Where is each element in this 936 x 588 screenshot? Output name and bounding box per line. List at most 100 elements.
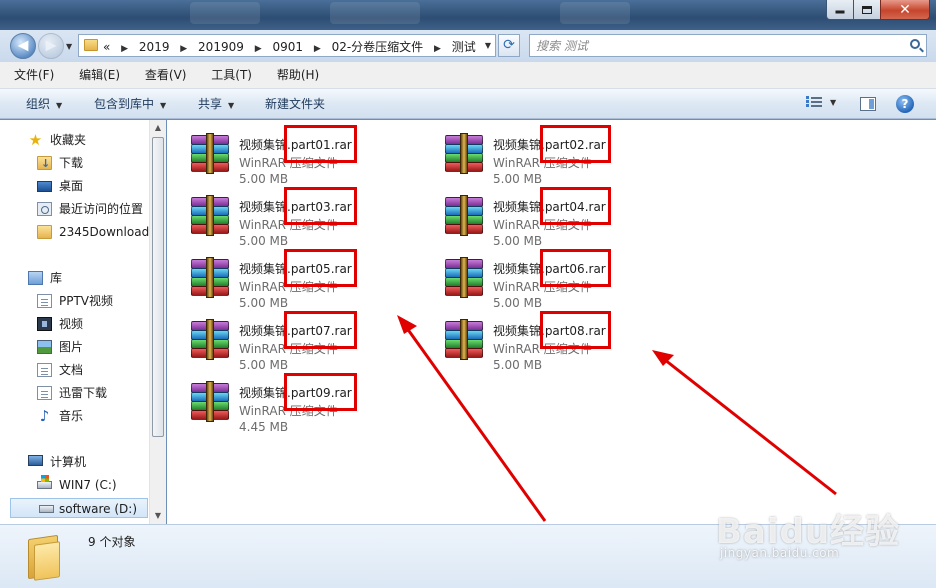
nav-item-pictures[interactable]: 图片 [37,337,147,357]
nav-item-videos[interactable]: 视频 [37,314,147,334]
folder-icon [37,225,52,239]
nav-item-music[interactable]: ♪ 音乐 [37,406,147,426]
nav-scrollbar[interactable]: ▲ ▼ [149,120,166,524]
annotation-highlight-box [284,373,357,411]
file-item[interactable]: 视频集锦.part08.rar WinRAR 压缩文件 5.00 MB [421,311,671,372]
forward-button[interactable]: ▶ [38,33,64,59]
nav-item-recent-places[interactable]: 最近访问的位置 [37,199,149,219]
file-item[interactable]: 视频集锦.part02.rar WinRAR 压缩文件 5.00 MB [421,125,671,186]
menu-view[interactable]: 查看(V) [141,62,191,89]
file-size: 5.00 MB [239,358,289,372]
breadcrumb-item[interactable]: 2019 [139,40,170,54]
nav-label: 计算机 [50,455,87,469]
xunlei-library-icon [37,386,52,400]
nav-computer-header[interactable]: 计算机 [28,452,148,472]
new-folder-button[interactable]: 新建文件夹 [265,89,325,119]
organize-label: 组织 [26,97,51,111]
menu-file[interactable]: 文件(F) [10,62,58,89]
nav-label: 迅雷下载 [59,386,108,400]
preview-pane-icon[interactable] [860,97,876,111]
file-list: 视频集锦.part01.rar WinRAR 压缩文件 5.00 MB 视频集锦.pa… [167,120,936,524]
view-dropdown-icon[interactable]: ▼ [830,98,836,107]
taskbar-blur [560,2,630,24]
pptv-library-icon [37,294,52,308]
share-label: 共享 [198,97,223,111]
breadcrumb-item[interactable]: 02-分卷压缩文件 [332,38,424,55]
winrar-archive-icon [189,257,233,298]
annotation-highlight-box [540,187,611,225]
address-dropdown-icon[interactable]: ▼ [485,41,491,50]
file-item[interactable]: 视频集锦.part09.rar WinRAR 压缩文件 4.45 MB [167,373,417,434]
winrar-archive-icon [443,319,487,360]
file-size: 5.00 MB [493,358,543,372]
command-bar: 组织 ▼ 包含到库中 ▼ 共享 ▼ 新建文件夹 ▼ ? [0,89,936,119]
file-size: 4.45 MB [239,420,289,434]
include-in-library-button[interactable]: 包含到库中 ▼ [94,89,166,121]
organize-button[interactable]: 组织 ▼ [26,89,62,121]
file-item[interactable]: 视频集锦.part07.rar WinRAR 压缩文件 5.00 MB [167,311,417,372]
address-row: ◀ ▶ ▼ « ▶ 2019 ▶ 201909 ▶ 0901 ▶ 02-分卷压缩… [0,30,936,62]
back-button[interactable]: ◀ [10,33,36,59]
breadcrumb-overflow[interactable]: « [103,40,110,54]
nav-item-documents[interactable]: 文档 [37,360,147,380]
menu-tools[interactable]: 工具(T) [207,62,256,89]
folder-icon [84,39,98,51]
menu-help[interactable]: 帮助(H) [273,62,323,89]
nav-label: 库 [50,271,63,285]
nav-item-xunlei[interactable]: 迅雷下载 [37,383,147,403]
address-bar[interactable]: « ▶ 2019 ▶ 201909 ▶ 0901 ▶ 02-分卷压缩文件 ▶ 测… [78,34,496,57]
file-item[interactable]: 视频集锦.part01.rar WinRAR 压缩文件 5.00 MB [167,125,417,186]
refresh-button[interactable]: ⟳ [498,34,520,57]
breadcrumb: « ▶ 2019 ▶ 201909 ▶ 0901 ▶ 02-分卷压缩文件 ▶ 测… [103,38,476,55]
breadcrumb-item[interactable]: 测试 [452,38,476,55]
file-item[interactable]: 视频集锦.part05.rar WinRAR 压缩文件 5.00 MB [167,249,417,310]
nav-item-pptv[interactable]: PPTV视频 [37,291,147,311]
chevron-right-icon[interactable]: ▶ [121,44,128,54]
file-item[interactable]: 视频集锦.part06.rar WinRAR 压缩文件 5.00 MB [421,249,671,310]
picture-library-icon [37,340,52,354]
new-folder-label: 新建文件夹 [265,97,326,111]
scroll-thumb[interactable] [152,137,164,437]
chevron-right-icon[interactable]: ▶ [314,44,321,54]
breadcrumb-item[interactable]: 0901 [272,40,303,54]
include-label: 包含到库中 [94,97,155,111]
nav-label: 下载 [59,156,84,170]
recent-pages-dropdown[interactable]: ▼ [66,42,72,51]
nav-item-drive-c[interactable]: WIN7 (C:) [37,475,147,495]
chevron-down-icon: ▼ [228,101,235,110]
close-button[interactable]: ✕ [880,0,930,20]
nav-item-2345downloads[interactable]: 2345Downloads [37,222,149,242]
scroll-up-arrow-icon[interactable]: ▲ [150,120,166,136]
search-icon[interactable] [910,39,920,49]
minimize-button[interactable] [826,0,854,20]
chevron-right-icon[interactable]: ▶ [434,44,441,54]
nav-item-downloads[interactable]: 下载 [37,153,147,174]
nav-favorites-header[interactable]: ★ 收藏夹 [28,130,148,150]
breadcrumb-item[interactable]: 201909 [198,40,244,54]
menu-edit[interactable]: 编辑(E) [75,62,124,89]
annotation-highlight-box [540,249,611,287]
item-count: 9 个对象 [88,535,136,549]
computer-icon [28,455,43,466]
nav-label: WIN7 (C:) [59,478,117,492]
scroll-down-arrow-icon[interactable]: ▼ [150,508,166,524]
share-button[interactable]: 共享 ▼ [198,89,234,121]
search-input[interactable] [536,37,896,54]
nav-item-drive-d[interactable]: software (D:) [10,498,148,518]
nav-label: 音乐 [59,409,84,423]
help-icon[interactable]: ? [896,95,914,113]
winrar-archive-icon [189,319,233,360]
nav-item-desktop[interactable]: 桌面 [37,176,147,196]
chevron-right-icon[interactable]: ▶ [180,44,187,54]
drive-icon [39,505,54,513]
maximize-button[interactable] [853,0,881,20]
nav-label: 最近访问的位置 [59,202,144,216]
navigation-pane: ★ 收藏夹 下载 桌面 最近访问的位置 2345Downloads 库 PPTV… [0,120,166,524]
file-size: 5.00 MB [239,172,289,186]
chevron-right-icon[interactable]: ▶ [255,44,262,54]
file-item[interactable]: 视频集锦.part04.rar WinRAR 压缩文件 5.00 MB [421,187,671,248]
nav-libraries-header[interactable]: 库 [28,268,148,288]
file-item[interactable]: 视频集锦.part03.rar WinRAR 压缩文件 5.00 MB [167,187,417,248]
folder-icon [28,533,64,581]
change-view-icon[interactable] [806,96,822,110]
